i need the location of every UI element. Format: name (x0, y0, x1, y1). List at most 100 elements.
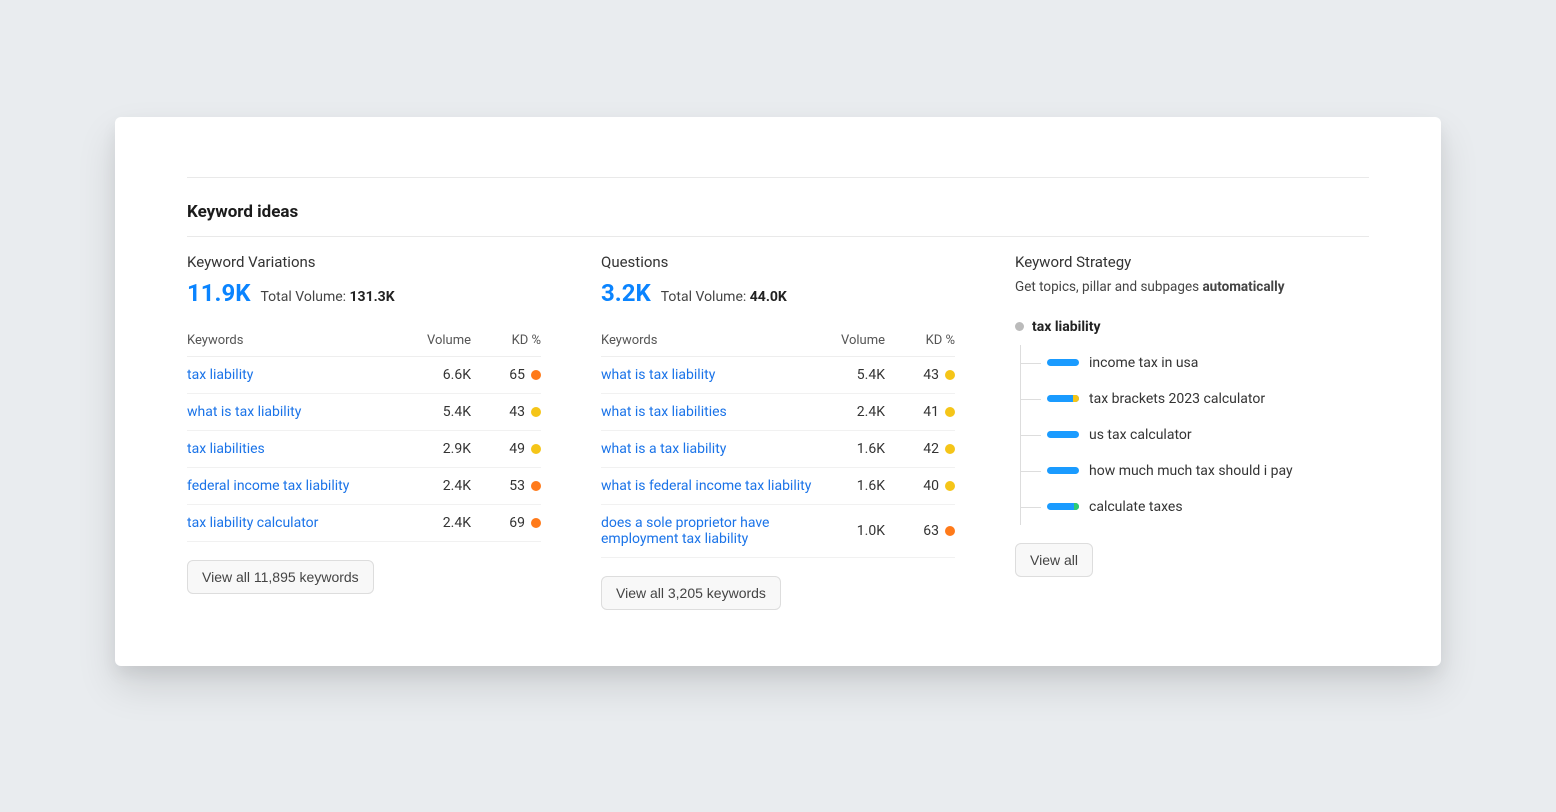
table-row: does a sole proprietor have employment t… (601, 504, 955, 557)
keyword-ideas-card: Keyword ideas Keyword Variations 11.9K T… (115, 117, 1441, 666)
keyword-cell: what is federal income tax liability (601, 467, 815, 504)
kd-value: 42 (923, 441, 939, 457)
kd-value: 43 (923, 367, 939, 383)
keyword-cell: tax liabilities (187, 430, 401, 467)
volume-cell: 2.4K (401, 504, 471, 541)
difficulty-dot-icon (945, 407, 955, 417)
volume-cell: 1.6K (815, 430, 885, 467)
keyword-cell: what is a tax liability (601, 430, 815, 467)
difficulty-dot-icon (531, 444, 541, 454)
table-row: tax liabilities 2.9K 49 (187, 430, 541, 467)
kd-value: 40 (923, 478, 939, 494)
strategy-item[interactable]: how much much tax should i pay (1047, 453, 1369, 489)
view-all-questions-button[interactable]: View all 3,205 keywords (601, 576, 781, 610)
difficulty-dot-icon (945, 526, 955, 536)
kd-cell: 53 (471, 467, 541, 504)
difficulty-dot-icon (945, 370, 955, 380)
questions-panel: Questions 3.2K Total Volume: 44.0K Keywo… (601, 253, 955, 610)
keyword-link[interactable]: does a sole proprietor have employment t… (601, 515, 769, 547)
questions-total-label: Total Volume: (661, 289, 747, 305)
bar-icon (1047, 359, 1079, 366)
kd-value: 63 (923, 523, 939, 539)
col-volume: Volume (401, 325, 471, 357)
keyword-link[interactable]: what is a tax liability (601, 441, 726, 457)
variations-metric: 11.9K (187, 279, 251, 307)
questions-heading: Questions (601, 253, 955, 271)
volume-cell: 2.9K (401, 430, 471, 467)
difficulty-dot-icon (531, 407, 541, 417)
col-keywords: Keywords (601, 325, 815, 357)
col-volume: Volume (815, 325, 885, 357)
volume-cell: 2.4K (401, 467, 471, 504)
keyword-link[interactable]: tax liability (187, 367, 253, 383)
variations-total-value: 131.3K (350, 289, 395, 305)
difficulty-dot-icon (945, 481, 955, 491)
section-title: Keyword ideas (187, 177, 1369, 237)
questions-table: Keywords Volume KD % what is tax liabili… (601, 325, 955, 558)
variations-summary: 11.9K Total Volume: 131.3K (187, 279, 541, 307)
difficulty-dot-icon (531, 518, 541, 528)
kd-cell: 43 (885, 356, 955, 393)
col-keywords: Keywords (187, 325, 401, 357)
questions-metric: 3.2K (601, 279, 651, 307)
strategy-root-label: tax liability (1032, 319, 1101, 335)
keyword-cell: federal income tax liability (187, 467, 401, 504)
strategy-item[interactable]: us tax calculator (1047, 417, 1369, 453)
bar-icon (1047, 395, 1079, 402)
volume-cell: 6.6K (401, 356, 471, 393)
table-row: federal income tax liability 2.4K53 (187, 467, 541, 504)
keyword-link[interactable]: what is tax liability (187, 404, 301, 420)
difficulty-dot-icon (531, 481, 541, 491)
keyword-cell: what is tax liability (601, 356, 815, 393)
table-row: what is federal income tax liability1.6K… (601, 467, 955, 504)
keyword-cell: what is tax liabilities (601, 393, 815, 430)
view-all-strategy-button[interactable]: View all (1015, 543, 1093, 577)
bar-icon (1047, 431, 1079, 438)
keyword-link[interactable]: what is tax liabilities (601, 404, 727, 420)
strategy-heading: Keyword Strategy (1015, 253, 1369, 271)
kd-cell: 49 (471, 430, 541, 467)
keyword-link[interactable]: tax liabilities (187, 441, 265, 457)
variations-heading: Keyword Variations (187, 253, 541, 271)
variations-total-label: Total Volume: (261, 289, 347, 305)
kd-value: 69 (509, 515, 525, 531)
kd-value: 41 (923, 404, 939, 420)
strategy-item[interactable]: tax brackets 2023 calculator (1047, 381, 1369, 417)
kd-cell: 41 (885, 393, 955, 430)
kd-cell: 42 (885, 430, 955, 467)
variations-table: Keywords Volume KD % tax liability 6.6K 65… (187, 325, 541, 542)
strategy-item-label: income tax in usa (1089, 355, 1198, 371)
strategy-item-label: how much much tax should i pay (1089, 463, 1293, 479)
variations-total: Total Volume: 131.3K (261, 289, 395, 305)
keyword-cell: tax liability calculator (187, 504, 401, 541)
tree-root-icon (1015, 322, 1024, 331)
kd-cell: 63 (885, 504, 955, 557)
view-all-variations-button[interactable]: View all 11,895 keywords (187, 560, 374, 594)
volume-cell: 5.4K (815, 356, 885, 393)
kd-value: 43 (509, 404, 525, 420)
keyword-link[interactable]: federal income tax liability (187, 478, 349, 494)
columns: Keyword Variations 11.9K Total Volume: 1… (187, 253, 1369, 610)
strategy-item[interactable]: calculate taxes (1047, 489, 1369, 525)
strategy-root[interactable]: tax liability (1015, 319, 1369, 335)
keyword-cell: tax liability (187, 356, 401, 393)
keyword-cell: what is tax liability (187, 393, 401, 430)
bar-icon (1047, 503, 1079, 510)
strategy-item[interactable]: income tax in usa (1047, 345, 1369, 381)
volume-cell: 5.4K (401, 393, 471, 430)
volume-cell: 1.0K (815, 504, 885, 557)
table-row: what is a tax liability 1.6K 42 (601, 430, 955, 467)
strategy-tree: income tax in usa tax brackets 2023 calcu… (1020, 345, 1369, 525)
strategy-item-label: us tax calculator (1089, 427, 1192, 443)
kd-value: 65 (509, 367, 525, 383)
strategy-item-label: tax brackets 2023 calculator (1089, 391, 1265, 407)
table-row: what is tax liability 5.4K 43 (187, 393, 541, 430)
keyword-link[interactable]: tax liability calculator (187, 515, 318, 531)
volume-cell: 2.4K (815, 393, 885, 430)
kd-value: 49 (509, 441, 525, 457)
strategy-desc-prefix: Get topics, pillar and subpages (1015, 279, 1202, 295)
strategy-item-label: calculate taxes (1089, 499, 1183, 515)
keyword-link[interactable]: what is tax liability (601, 367, 715, 383)
col-kd: KD % (471, 325, 541, 357)
keyword-link[interactable]: what is federal income tax liability (601, 478, 811, 494)
